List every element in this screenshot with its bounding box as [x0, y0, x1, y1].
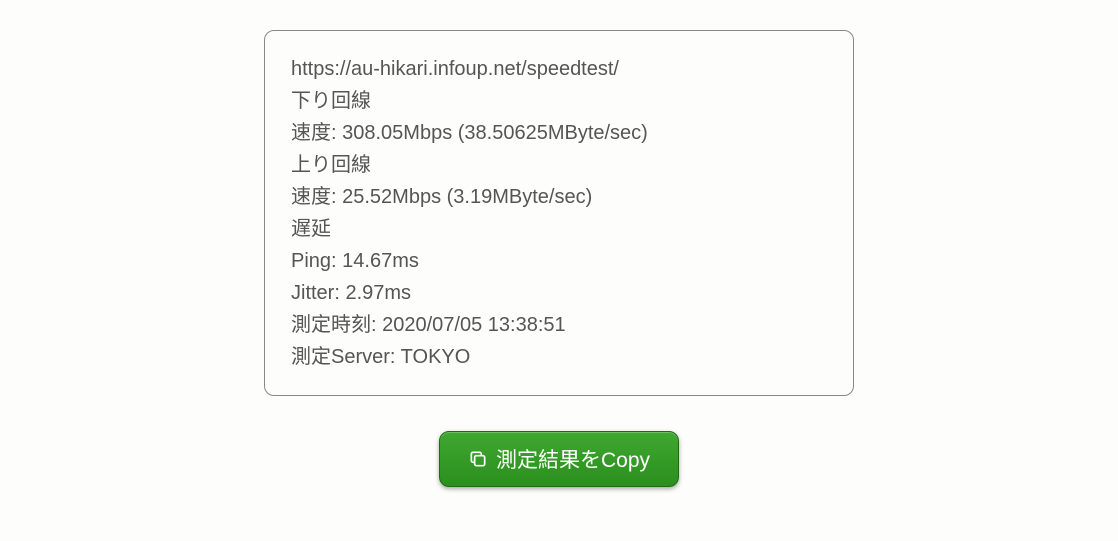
jitter-value: Jitter: 2.97ms	[291, 277, 827, 309]
measured-at: 測定時刻: 2020/07/05 13:38:51	[291, 309, 827, 341]
copy-icon	[468, 449, 488, 469]
latency-label: 遅延	[291, 213, 827, 245]
server-value: 測定Server: TOKYO	[291, 341, 827, 373]
upload-label: 上り回線	[291, 149, 827, 181]
result-url: https://au-hikari.infoup.net/speedtest/	[291, 53, 827, 85]
upload-speed: 速度: 25.52Mbps (3.19MByte/sec)	[291, 181, 827, 213]
download-speed: 速度: 308.05Mbps (38.50625MByte/sec)	[291, 117, 827, 149]
copy-result-button[interactable]: 測定結果をCopy	[439, 431, 679, 487]
copy-button-label: 測定結果をCopy	[496, 444, 650, 474]
download-label: 下り回線	[291, 85, 827, 117]
ping-value: Ping: 14.67ms	[291, 245, 827, 277]
speedtest-result-box: https://au-hikari.infoup.net/speedtest/ …	[264, 30, 854, 396]
